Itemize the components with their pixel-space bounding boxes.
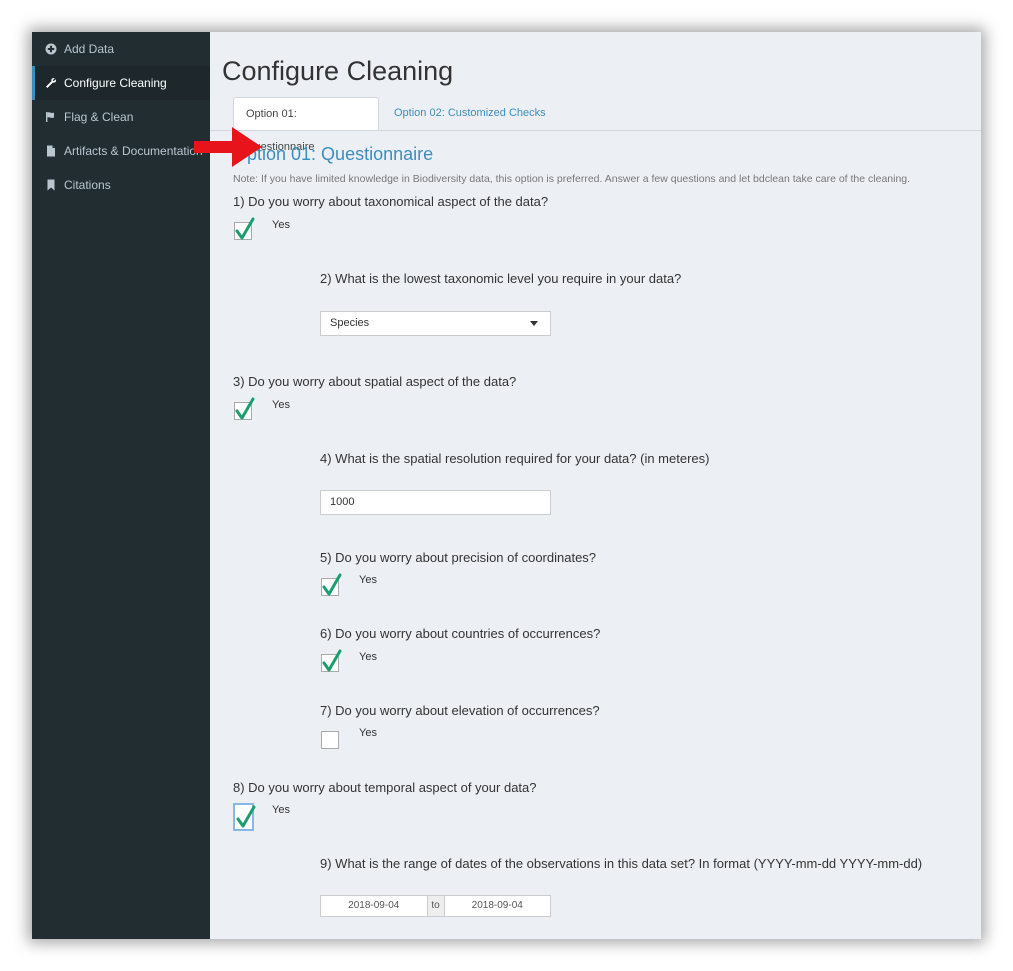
checkmark-icon (235, 217, 255, 240)
checkmark-icon (235, 397, 255, 420)
plus-circle-icon (44, 42, 58, 56)
question-7: 7) Do you worry about elevation of occur… (320, 703, 600, 718)
sidebar-item-label: Add Data (64, 42, 115, 56)
sidebar-item-citations[interactable]: Citations (32, 168, 210, 202)
coordinate-precision-checkbox[interactable] (321, 573, 342, 596)
checkbox-label: Yes (272, 804, 290, 816)
question-6: 6) Do you worry about countries of occur… (320, 626, 601, 641)
question-5: 5) Do you worry about precision of coord… (320, 550, 597, 565)
elevation-checkbox[interactable] (321, 731, 339, 749)
sidebar-item-label: Artifacts & Documentation (64, 144, 203, 158)
sidebar-item-flag-clean[interactable]: Flag & Clean (32, 100, 210, 134)
main-content: Configure Cleaning Option 01: Questionna… (210, 32, 981, 939)
checkbox-label: Yes (272, 399, 290, 411)
sidebar-item-configure-cleaning[interactable]: Configure Cleaning (32, 66, 210, 100)
start-date-input[interactable]: 2018-09-04 (321, 896, 427, 916)
wrench-icon (44, 76, 58, 90)
app-window: Add Data Configure Cleaning Flag & Clean… (32, 32, 981, 939)
countries-checkbox[interactable] (321, 649, 342, 672)
annotation-arrow-icon (194, 127, 262, 167)
question-2: 2) What is the lowest taxonomic level yo… (320, 271, 682, 286)
date-range-input: 2018-09-04 to 2018-09-04 (320, 895, 551, 917)
end-date-input[interactable]: 2018-09-04 (445, 896, 551, 916)
checkbox-label: Yes (359, 727, 377, 739)
question-1: 1) Do you worry about taxonomical aspect… (233, 194, 549, 209)
checkmark-icon (322, 649, 342, 672)
date-range-separator: to (426, 896, 445, 916)
sidebar-item-artifacts-documentation[interactable]: Artifacts & Documentation (32, 134, 210, 168)
sidebar-item-add-data[interactable]: Add Data (32, 32, 210, 66)
question-4: 4) What is the spatial resolution requir… (320, 451, 710, 466)
checkbox-label: Yes (359, 574, 377, 586)
tab-customized-checks[interactable]: Option 02: Customized Checks (382, 97, 558, 130)
taxonomic-level-select[interactable]: Species (320, 311, 551, 336)
question-3: 3) Do you worry about spatial aspect of … (233, 374, 517, 389)
tab-bar: Option 01: Questionnaire Option 02: Cust… (210, 97, 981, 153)
sidebar-item-label: Configure Cleaning (64, 76, 167, 90)
file-icon (44, 144, 58, 158)
checkmark-icon (236, 805, 256, 828)
help-note: Note: If you have limited knowledge in B… (233, 173, 911, 185)
checkbox-label: Yes (272, 219, 290, 231)
spatial-checkbox[interactable] (234, 397, 255, 420)
taxonomic-checkbox[interactable] (234, 217, 255, 240)
sidebar: Add Data Configure Cleaning Flag & Clean… (32, 32, 210, 939)
temporal-checkbox[interactable] (233, 803, 256, 831)
sidebar-item-label: Citations (64, 178, 111, 192)
spatial-resolution-input[interactable]: 1000 (320, 490, 551, 515)
checkbox-label: Yes (359, 651, 377, 663)
page-title: Configure Cleaning (222, 56, 454, 86)
question-9: 9) What is the range of dates of the obs… (320, 856, 923, 871)
checkmark-icon (322, 573, 342, 596)
flag-icon (44, 110, 58, 124)
question-8: 8) Do you worry about temporal aspect of… (233, 780, 537, 795)
sidebar-item-label: Flag & Clean (64, 110, 134, 124)
chevron-down-icon (530, 321, 538, 326)
bookmark-icon (44, 178, 58, 192)
select-value: Species (330, 317, 370, 329)
